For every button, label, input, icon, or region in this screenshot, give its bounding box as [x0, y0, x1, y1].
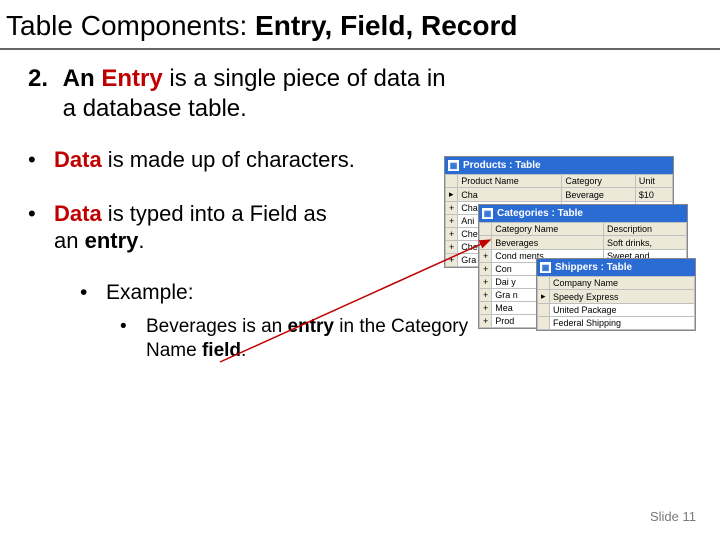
bullet-text: Data is typed into a Field as an entry. — [54, 200, 354, 255]
example-label: Example: — [106, 281, 194, 305]
slide-number: Slide 11 — [650, 509, 696, 524]
window-shippers: ▦ Shippers : Table Company Name ▸Speedy … — [536, 258, 696, 331]
item-text: An Entry is a single piece of data in a … — [63, 64, 463, 124]
numbered-item-2: 2. An Entry is a single piece of data in… — [28, 64, 702, 124]
table-header-row: Company Name — [538, 277, 695, 290]
window-title: Products : Table — [463, 160, 541, 171]
bullet-dot: • — [120, 315, 146, 364]
table-icon: ▦ — [482, 208, 493, 219]
bullet-dot: • — [28, 200, 54, 255]
bullet-dot: • — [28, 146, 54, 174]
titlebar-shippers: ▦ Shippers : Table — [537, 259, 695, 276]
table-row: ▸ChaBeverage$10 — [446, 188, 673, 202]
table-icon: ▦ — [448, 160, 459, 171]
title-bold: Entry, Field, Record — [255, 10, 517, 41]
table-header-row: Product Name Category Unit — [446, 175, 673, 188]
window-title: Shippers : Table — [555, 262, 632, 273]
titlebar-categories: ▦ Categories : Table — [479, 205, 687, 222]
example-text: Beverages is an entry in the Category Na… — [146, 315, 486, 364]
title-plain: Table Components: — [6, 10, 255, 41]
table-header-row: Category Name Description — [480, 223, 687, 236]
table-row: United Package — [538, 304, 695, 317]
shippers-grid: Company Name ▸Speedy Express United Pack… — [537, 276, 695, 330]
slide-title: Table Components: Entry, Field, Record — [0, 0, 720, 50]
bullet-text: Data is made up of characters. — [54, 146, 355, 174]
database-windows-cluster: ▦ Products : Table Product Name Category… — [444, 156, 720, 356]
table-icon: ▦ — [540, 262, 551, 273]
table-row: ▸Speedy Express — [538, 290, 695, 304]
window-title: Categories : Table — [497, 208, 583, 219]
titlebar-products: ▦ Products : Table — [445, 157, 673, 174]
table-row: Federal Shipping — [538, 317, 695, 330]
table-row: ▸BeveragesSoft drinks, — [480, 236, 687, 250]
bullet-dot: • — [80, 281, 106, 305]
item-number: 2. — [28, 64, 56, 94]
